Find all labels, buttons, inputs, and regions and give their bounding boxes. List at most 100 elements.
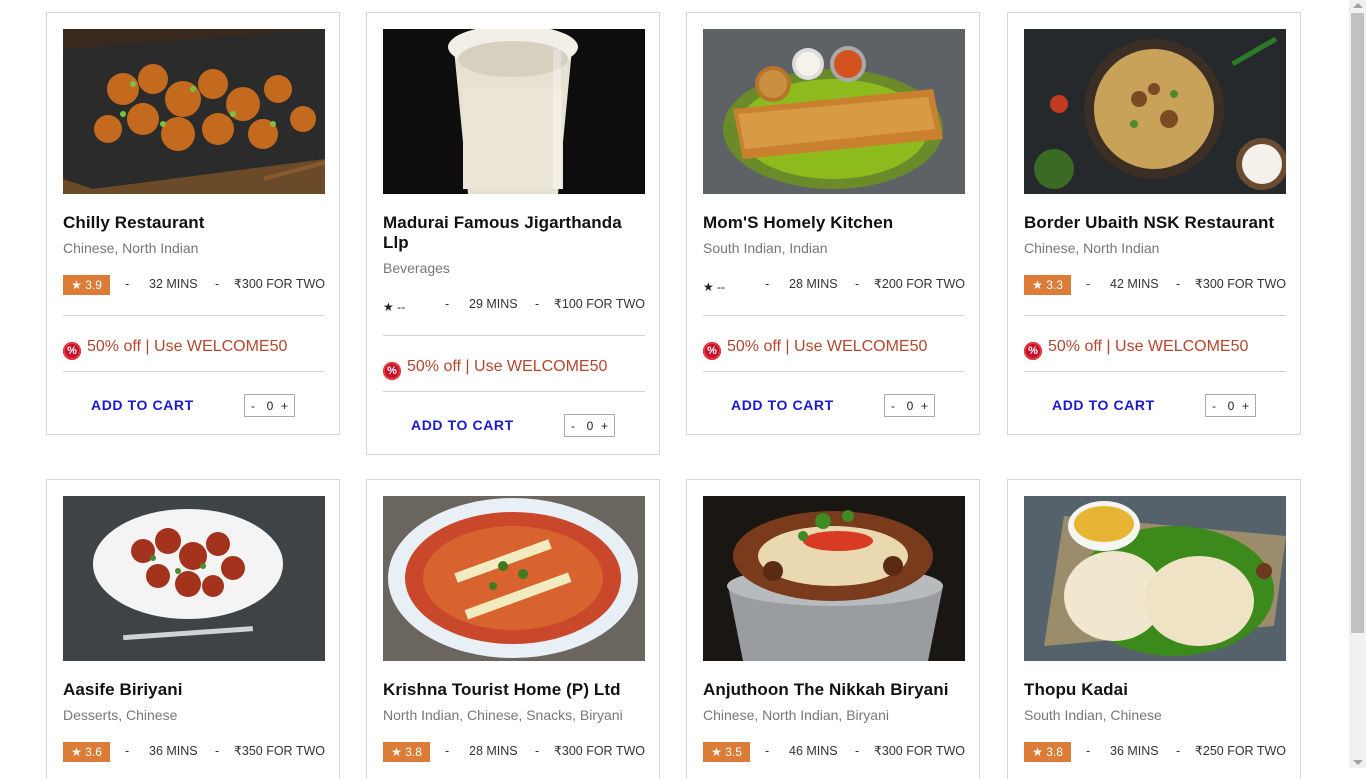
restaurant-meta: ★ 3.8 - 28 MINS - ₹300 FOR TWO	[383, 742, 645, 764]
restaurant-name[interactable]: Anjuthoon The Nikkah Biryani	[703, 680, 965, 700]
quantity-stepper[interactable]: - 0 +	[244, 394, 295, 417]
restaurant-card[interactable]: Mom'S Homely Kitchen South Indian, India…	[686, 12, 980, 435]
add-to-cart-button[interactable]: ADD TO CART	[1052, 397, 1155, 413]
quantity-value: 0	[1227, 399, 1235, 413]
quantity-value: 0	[906, 399, 914, 413]
divider	[383, 335, 645, 336]
offer-text: % 50% off | Use WELCOME50	[1024, 336, 1248, 360]
cuisine-text: South Indian, Chinese	[1024, 707, 1162, 723]
divider	[703, 371, 965, 372]
scroll-up-arrow-icon[interactable]	[1353, 3, 1363, 8]
price-for-two: ₹350 FOR TWO	[233, 744, 325, 758]
price-for-two: ₹100 FOR TWO	[553, 297, 645, 311]
rating-badge: ★ 3.3	[1024, 275, 1071, 295]
delivery-time: 36 MINS	[149, 744, 198, 758]
restaurant-image[interactable]	[383, 496, 645, 661]
restaurant-meta: ★ 3.8 - 36 MINS - ₹250 FOR TWO	[1024, 742, 1286, 764]
restaurant-card[interactable]: Thopu Kadai South Indian, Chinese ★ 3.8 …	[1007, 479, 1301, 779]
star-icon: ★	[703, 280, 714, 294]
restaurant-meta: ★ -- - 29 MINS - ₹100 FOR TWO	[383, 295, 645, 317]
discount-badge-icon: %	[383, 362, 401, 380]
cuisine-text: Chinese, North Indian	[1024, 240, 1160, 256]
cuisine-text: Chinese, North Indian	[63, 240, 199, 256]
cuisine-text: North Indian, Chinese, Snacks, Biryani	[383, 707, 623, 723]
star-icon: ★	[391, 745, 402, 759]
restaurant-name[interactable]: Chilly Restaurant	[63, 213, 325, 233]
star-icon: ★	[383, 300, 394, 314]
restaurant-image[interactable]	[703, 496, 965, 661]
rating-badge: ★ --	[383, 300, 406, 314]
quantity-stepper[interactable]: - 0 +	[884, 394, 935, 417]
add-to-cart-button[interactable]: ADD TO CART	[411, 417, 514, 433]
decrement-button[interactable]: -	[891, 399, 895, 413]
discount-badge-icon: %	[703, 342, 721, 360]
increment-button[interactable]: +	[1242, 399, 1249, 413]
discount-badge-icon: %	[63, 342, 81, 360]
offer-text: % 50% off | Use WELCOME50	[383, 356, 607, 380]
restaurant-image[interactable]	[1024, 29, 1286, 194]
star-icon: ★	[71, 745, 82, 759]
restaurant-meta: ★ 3.9 - 32 MINS - ₹300 FOR TWO	[63, 275, 325, 297]
divider	[1024, 315, 1286, 316]
star-icon: ★	[711, 745, 722, 759]
quantity-value: 0	[266, 399, 274, 413]
restaurant-image[interactable]	[63, 496, 325, 661]
restaurant-image[interactable]	[1024, 496, 1286, 661]
restaurant-card[interactable]: Border Ubaith NSK Restaurant Chinese, No…	[1007, 12, 1301, 435]
restaurant-image[interactable]	[703, 29, 965, 194]
decrement-button[interactable]: -	[251, 399, 255, 413]
vertical-scrollbar[interactable]	[1349, 0, 1366, 768]
quantity-stepper[interactable]: - 0 +	[1205, 394, 1256, 417]
rating-badge: ★ 3.8	[383, 742, 430, 762]
restaurant-name[interactable]: Mom'S Homely Kitchen	[703, 213, 965, 233]
restaurant-card[interactable]: Aasife Biriyani Desserts, Chinese ★ 3.6 …	[46, 479, 340, 779]
quantity-stepper[interactable]: - 0 +	[564, 414, 615, 437]
price-for-two: ₹250 FOR TWO	[1194, 744, 1286, 758]
cuisine-text: Chinese, North Indian, Biryani	[703, 707, 889, 723]
delivery-time: 28 MINS	[789, 277, 838, 291]
offer-text: % 50% off | Use WELCOME50	[63, 336, 287, 360]
star-icon: ★	[71, 278, 82, 292]
rating-badge: ★ 3.8	[1024, 742, 1071, 762]
restaurant-name[interactable]: Aasife Biriyani	[63, 680, 325, 700]
rating-badge: ★ 3.5	[703, 742, 750, 762]
add-to-cart-button[interactable]: ADD TO CART	[91, 397, 194, 413]
price-for-two: ₹300 FOR TWO	[1194, 277, 1286, 291]
decrement-button[interactable]: -	[1212, 399, 1216, 413]
price-for-two: ₹200 FOR TWO	[873, 277, 965, 291]
increment-button[interactable]: +	[601, 419, 608, 433]
increment-button[interactable]: +	[921, 399, 928, 413]
decrement-button[interactable]: -	[571, 419, 575, 433]
delivery-time: 29 MINS	[469, 297, 518, 311]
cuisine-text: Desserts, Chinese	[63, 707, 178, 723]
restaurant-meta: ★ 3.5 - 46 MINS - ₹300 FOR TWO	[703, 742, 965, 764]
delivery-time: 28 MINS	[469, 744, 518, 758]
increment-button[interactable]: +	[281, 399, 288, 413]
cuisine-text: South Indian, Indian	[703, 240, 828, 256]
delivery-time: 46 MINS	[789, 744, 838, 758]
scrollbar-thumb[interactable]	[1351, 13, 1364, 633]
scroll-down-arrow-icon[interactable]	[1353, 760, 1363, 765]
add-to-cart-button[interactable]: ADD TO CART	[731, 397, 834, 413]
restaurant-card[interactable]: Krishna Tourist Home (P) Ltd North India…	[366, 479, 660, 779]
divider	[703, 315, 965, 316]
restaurant-card[interactable]: Chilly Restaurant Chinese, North Indian …	[46, 12, 340, 435]
restaurant-image[interactable]	[63, 29, 325, 194]
restaurant-name[interactable]: Krishna Tourist Home (P) Ltd	[383, 680, 645, 700]
restaurant-name[interactable]: Thopu Kadai	[1024, 680, 1286, 700]
restaurant-card[interactable]: Madurai Famous Jigarthanda Llp Beverages…	[366, 12, 660, 455]
delivery-time: 42 MINS	[1110, 277, 1159, 291]
restaurant-image[interactable]	[383, 29, 645, 194]
divider	[383, 391, 645, 392]
price-for-two: ₹300 FOR TWO	[873, 744, 965, 758]
restaurant-meta: ★ 3.3 - 42 MINS - ₹300 FOR TWO	[1024, 275, 1286, 297]
discount-badge-icon: %	[1024, 342, 1042, 360]
restaurant-card[interactable]: Anjuthoon The Nikkah Biryani Chinese, No…	[686, 479, 980, 779]
delivery-time: 36 MINS	[1110, 744, 1159, 758]
price-for-two: ₹300 FOR TWO	[233, 277, 325, 291]
restaurant-meta: ★ -- - 28 MINS - ₹200 FOR TWO	[703, 275, 965, 297]
offer-text: % 50% off | Use WELCOME50	[703, 336, 927, 360]
star-icon: ★	[1032, 278, 1043, 292]
restaurant-name[interactable]: Border Ubaith NSK Restaurant	[1024, 213, 1286, 233]
restaurant-name[interactable]: Madurai Famous Jigarthanda Llp	[383, 213, 645, 253]
